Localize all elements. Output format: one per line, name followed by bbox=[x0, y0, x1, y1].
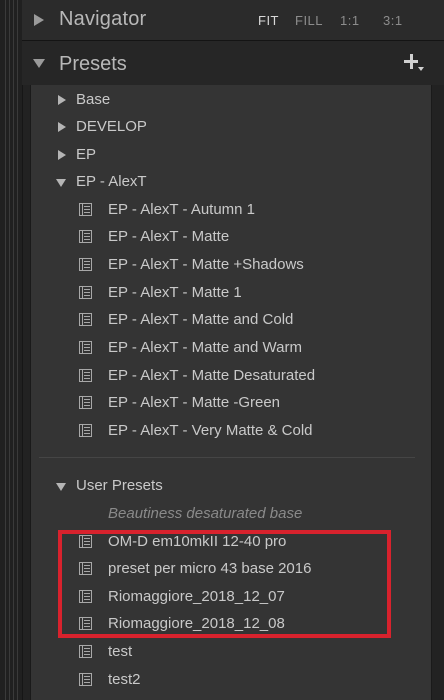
preset-item[interactable]: test2 bbox=[31, 667, 431, 694]
preset-icon bbox=[79, 396, 92, 409]
preset-icon bbox=[79, 645, 92, 658]
preset-label: EP - AlexT - Matte Desaturated bbox=[108, 367, 316, 384]
preset-label: Beautiness desaturated base bbox=[108, 505, 303, 522]
preset-icon bbox=[79, 341, 92, 354]
folder-row-user-presets[interactable]: User Presets bbox=[31, 473, 431, 500]
folder-label: EP - AlexT bbox=[76, 173, 147, 190]
preset-item[interactable]: Beautiness desaturated base bbox=[31, 501, 431, 528]
folder-label: DEVELOP bbox=[76, 118, 147, 135]
preset-item[interactable]: EP - AlexT - Autumn 1 bbox=[31, 197, 431, 224]
preset-icon bbox=[79, 313, 92, 326]
preset-item[interactable]: EP - AlexT - Matte and Cold bbox=[31, 307, 431, 334]
zoom-fill-option[interactable]: FILL bbox=[295, 13, 323, 28]
preset-icon bbox=[79, 369, 92, 382]
preset-label: EP - AlexT - Matte -Green bbox=[108, 394, 281, 411]
folder-row-develop[interactable]: DEVELOP bbox=[31, 114, 431, 141]
zoom-fit-option[interactable]: FIT bbox=[258, 13, 279, 28]
collapsed-arrow-icon[interactable] bbox=[58, 95, 66, 105]
preset-label: EP - AlexT - Matte bbox=[108, 228, 230, 245]
navigator-header[interactable]: Navigator FIT FILL 1:1 3:1 bbox=[22, 0, 444, 41]
presets-header[interactable]: Presets bbox=[22, 41, 444, 85]
preset-item[interactable]: EP - AlexT - Matte Desaturated bbox=[31, 363, 431, 390]
preset-label: EP - AlexT - Matte and Cold bbox=[108, 311, 294, 328]
preset-item[interactable]: EP - AlexT - Matte and Warm bbox=[31, 335, 431, 362]
folder-label: User Presets bbox=[76, 477, 163, 494]
preset-item[interactable]: EP - AlexT - Matte 1 bbox=[31, 280, 431, 307]
preset-item[interactable]: EP - AlexT - Very Matte & Cold bbox=[31, 418, 431, 445]
grip-line bbox=[9, 0, 10, 700]
collapsed-arrow-icon[interactable] bbox=[58, 122, 66, 132]
preset-icon bbox=[79, 673, 92, 686]
folder-label: EP bbox=[76, 146, 97, 163]
folder-row-ep-alext[interactable]: EP - AlexT bbox=[31, 169, 431, 196]
expanded-arrow-icon[interactable] bbox=[56, 179, 66, 187]
preset-icon bbox=[79, 203, 92, 216]
expanded-arrow-icon[interactable] bbox=[56, 483, 66, 491]
preset-icon bbox=[79, 258, 92, 271]
presets-list: Base DEVELOP EP EP - AlexT EP - AlexT - … bbox=[30, 85, 432, 700]
zoom-1-1-option[interactable]: 1:1 bbox=[340, 13, 360, 28]
expand-down-arrow-icon[interactable] bbox=[33, 59, 45, 68]
preset-icon bbox=[79, 424, 92, 437]
preset-item[interactable]: EP - AlexT - Matte bbox=[31, 224, 431, 251]
preset-label: EP - AlexT - Matte and Warm bbox=[108, 339, 302, 356]
preset-item[interactable]: EP - AlexT - Matte +Shadows bbox=[31, 252, 431, 279]
lightroom-left-panel: Navigator FIT FILL 1:1 3:1 Presets Base … bbox=[0, 0, 444, 700]
navigator-title: Navigator bbox=[59, 8, 147, 30]
preset-label: EP - AlexT - Matte +Shadows bbox=[108, 256, 304, 273]
highlight-annotation-box bbox=[58, 530, 391, 638]
folder-row-ep[interactable]: EP bbox=[31, 142, 431, 169]
preset-label: EP - AlexT - Very Matte & Cold bbox=[108, 422, 313, 439]
preset-item[interactable]: EP - AlexT - Matte -Green bbox=[31, 390, 431, 417]
collapsed-arrow-icon[interactable] bbox=[58, 150, 66, 160]
grip-line bbox=[17, 0, 18, 700]
grip-line bbox=[13, 0, 14, 700]
preset-item[interactable]: test bbox=[31, 639, 431, 666]
dropdown-caret-icon bbox=[418, 67, 424, 71]
grip-line bbox=[5, 0, 6, 700]
plus-icon-vertical bbox=[409, 54, 413, 69]
preset-icon bbox=[79, 230, 92, 243]
folder-label: Base bbox=[76, 91, 111, 108]
presets-title: Presets bbox=[59, 53, 127, 75]
add-preset-button[interactable] bbox=[401, 51, 425, 75]
section-divider bbox=[39, 457, 415, 458]
panel-grip[interactable] bbox=[0, 0, 23, 700]
preset-label: test2 bbox=[108, 671, 141, 688]
collapse-right-arrow-icon[interactable] bbox=[34, 14, 44, 26]
preset-label: test bbox=[108, 643, 133, 660]
preset-label: EP - AlexT - Autumn 1 bbox=[108, 201, 256, 218]
folder-row-base[interactable]: Base bbox=[31, 87, 431, 114]
preset-label: EP - AlexT - Matte 1 bbox=[108, 284, 242, 301]
preset-icon bbox=[79, 286, 92, 299]
zoom-3-1-option[interactable]: 3:1 bbox=[383, 13, 403, 28]
